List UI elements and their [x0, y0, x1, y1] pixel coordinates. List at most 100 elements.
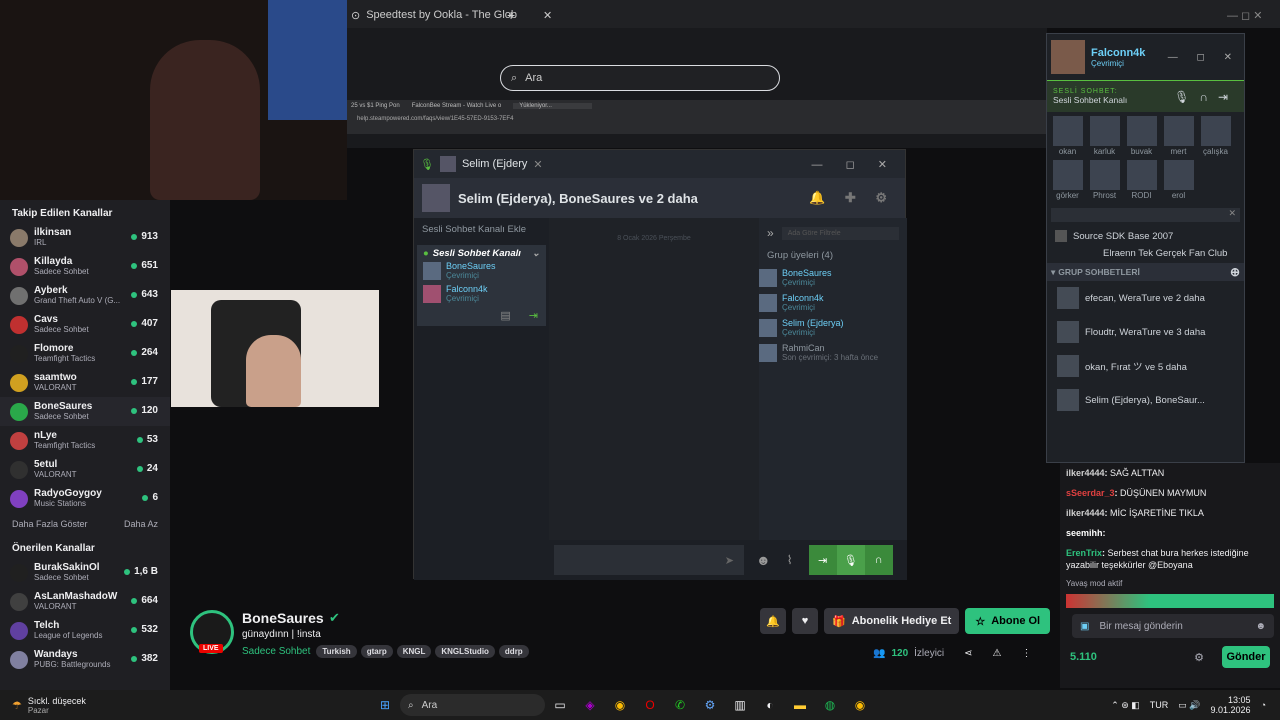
steam-icon[interactable]: ⚙: [700, 695, 720, 715]
friend-item[interactable]: okan: [1051, 116, 1084, 156]
group-chat-item[interactable]: okan, Fırat ツ ve 5 daha: [1047, 349, 1244, 383]
send-button[interactable]: Gönder: [1222, 646, 1270, 668]
window-controls[interactable]: — ◻ ✕: [1168, 52, 1240, 63]
spotify-icon[interactable]: ◍: [820, 695, 840, 715]
channel-item[interactable]: AsLanMashadoW VALORANT 664: [0, 587, 170, 616]
friend-item[interactable]: erol: [1162, 160, 1195, 200]
emoji-icon[interactable]: ☻: [1255, 621, 1266, 632]
channel-item[interactable]: Killayda Sadece Sohbet 651: [0, 252, 170, 281]
chat-input[interactable]: ▣ Bir mesaj gönderin ☻: [1072, 614, 1274, 638]
channel-item[interactable]: Cavs Sadece Sohbet 407: [0, 310, 170, 339]
channel-item[interactable]: 5etul VALORANT 24: [0, 455, 170, 484]
taskview-icon[interactable]: ▭: [550, 695, 570, 715]
share-icon[interactable]: ⋖: [964, 648, 972, 659]
channel-item[interactable]: BurakSakinOl Sadece Sohbet 1,6 B: [0, 558, 170, 587]
channel-item[interactable]: nLye Teamfight Tactics 53: [0, 426, 170, 455]
bits-icon[interactable]: ▣: [1080, 621, 1089, 632]
voice-member[interactable]: BoneSaures Çevrimiçi: [417, 259, 546, 282]
friend-item[interactable]: Phrost: [1088, 160, 1121, 200]
obs-icon[interactable]: ◐: [760, 695, 780, 715]
chrome-icon[interactable]: ◉: [850, 695, 870, 715]
tag[interactable]: KNGLStudio: [435, 645, 495, 658]
chevron-down-icon[interactable]: ▾: [1051, 267, 1055, 278]
channel-item[interactable]: ilkinsan IRL 913: [0, 223, 170, 252]
language[interactable]: TUR: [1150, 700, 1169, 710]
notification-icon[interactable]: ◔: [1261, 700, 1266, 710]
add-group-icon[interactable]: ⊕: [1230, 265, 1240, 279]
window-controls[interactable]: — ◻ ✕: [1227, 4, 1262, 26]
copilot-icon[interactable]: ◈: [580, 695, 600, 715]
member-item[interactable]: BoneSaures Çevrimiçi: [759, 265, 907, 290]
attach-icon[interactable]: ⌇: [787, 553, 793, 567]
weather-text[interactable]: Sıckl. düşecek: [28, 696, 86, 706]
channel-item[interactable]: saamtwo VALORANT 177: [0, 368, 170, 397]
gift-sub-button[interactable]: 🎁 Abonelik Hediye Et: [824, 608, 960, 634]
chat-username[interactable]: ilker4444: [1066, 468, 1105, 478]
show-more-link[interactable]: Daha Fazla Göster: [12, 519, 88, 529]
game-row[interactable]: Source SDK Base 2007: [1047, 226, 1244, 246]
network-icon[interactable]: ▭ 🔊: [1178, 700, 1200, 711]
close-icon[interactable]: ✕: [533, 158, 542, 171]
member-item[interactable]: RahmiCan Son çevrimiçi: 3 hafta önce: [759, 340, 907, 365]
tray-icons[interactable]: ⌃ ⊛ ◧: [1111, 700, 1140, 711]
friend-item[interactable]: görker: [1051, 160, 1084, 200]
send-icon[interactable]: ➤: [725, 554, 734, 567]
voice-controls[interactable]: 🎙∩⇥: [1174, 90, 1238, 104]
group-chat-item[interactable]: Floudtr, WeraTure ve 3 daha: [1047, 315, 1244, 349]
voice-channel-name[interactable]: Sesli Sohbet Kanalı: [433, 248, 521, 259]
channel-item[interactable]: RadyoGoygoy Music Stations 6: [0, 484, 170, 513]
friend-item[interactable]: çalışka: [1199, 116, 1232, 156]
close-icon[interactable]: ✕: [543, 9, 552, 22]
voice-member[interactable]: Falconn4k Çevrimiçi: [417, 282, 546, 305]
browser-tab[interactable]: ⊙ Speedtest by Ookla - The Glob ✕: [351, 4, 552, 26]
leave-icon[interactable]: ⇥: [529, 309, 538, 322]
add-voice-channel[interactable]: Sesli Sohbet Kanalı Ekle: [414, 218, 549, 241]
opera-icon[interactable]: O: [640, 695, 660, 715]
channel-item[interactable]: Telch League of Legends 532: [0, 616, 170, 645]
heart-icon[interactable]: ♥: [792, 608, 818, 634]
chat-username[interactable]: sSeerdar_3: [1066, 488, 1115, 498]
bell-icon[interactable]: 🔔: [760, 608, 786, 634]
friend-item[interactable]: mert: [1162, 116, 1195, 156]
whatsapp-icon[interactable]: ✆: [670, 695, 690, 715]
settings-icon[interactable]: ▤: [500, 309, 510, 322]
emoji-icon[interactable]: ☻: [756, 552, 771, 568]
group-chat-item[interactable]: Selim (Ejderya), BoneSaur...: [1047, 383, 1244, 417]
chat-username[interactable]: ErenTrix: [1066, 548, 1102, 558]
clock-time[interactable]: 13:05: [1211, 695, 1251, 705]
collapse-icon[interactable]: »: [767, 226, 774, 240]
friend-item[interactable]: buvak: [1125, 116, 1158, 156]
mic-button[interactable]: 🎙: [836, 545, 865, 575]
new-tab-button[interactable]: +: [507, 4, 515, 26]
channel-name[interactable]: BoneSaures: [242, 610, 324, 626]
show-less-link[interactable]: Daha Az: [124, 519, 158, 529]
report-icon[interactable]: ⚠: [993, 648, 1002, 659]
more-icon[interactable]: ⋮: [1022, 648, 1032, 659]
message-input[interactable]: ➤: [554, 545, 744, 575]
category-link[interactable]: Sadece Sohbet: [242, 646, 310, 657]
channel-item[interactable]: Wandays PUBG: Battlegrounds 382: [0, 645, 170, 674]
taskbar-search[interactable]: ⌕ Ara: [400, 694, 545, 716]
tag[interactable]: gtarp: [360, 645, 393, 658]
tag[interactable]: ddrp: [498, 645, 529, 658]
member-item[interactable]: Falconn4k Çevrimiçi: [759, 290, 907, 315]
header-icons[interactable]: 🔔 ✚ ⚙: [809, 190, 895, 206]
group-row[interactable]: Elraenn Tek Gerçek Fan Club: [1047, 246, 1244, 263]
channel-item[interactable]: Ayberk Grand Theft Auto V (G... 643: [0, 281, 170, 310]
gear-icon[interactable]: ⚙: [1194, 651, 1204, 664]
browser-search-input[interactable]: ⌕ Ara: [500, 65, 780, 91]
steam-tab-label[interactable]: Selim (Ejdery: [462, 158, 527, 170]
chevron-down-icon[interactable]: ⌄: [532, 248, 540, 259]
subscribe-button[interactable]: ☆ Abone Ol: [965, 608, 1051, 634]
member-item[interactable]: Selim (Ejderya) Çevrimiçi: [759, 315, 907, 340]
channel-item[interactable]: Flomore Teamfight Tactics 264: [0, 339, 170, 368]
tag[interactable]: KNGL: [396, 645, 432, 658]
channel-item[interactable]: BoneSaures Sadece Sohbet 120: [0, 397, 170, 426]
leave-voice-button[interactable]: ⇥: [808, 545, 837, 575]
headset-button[interactable]: ∩: [864, 545, 893, 575]
friend-item[interactable]: karluk: [1088, 116, 1121, 156]
friend-item[interactable]: RODI: [1125, 160, 1158, 200]
epic-icon[interactable]: ▥: [730, 695, 750, 715]
friends-search[interactable]: ✕: [1051, 208, 1240, 222]
tag[interactable]: Turkish: [316, 645, 357, 658]
